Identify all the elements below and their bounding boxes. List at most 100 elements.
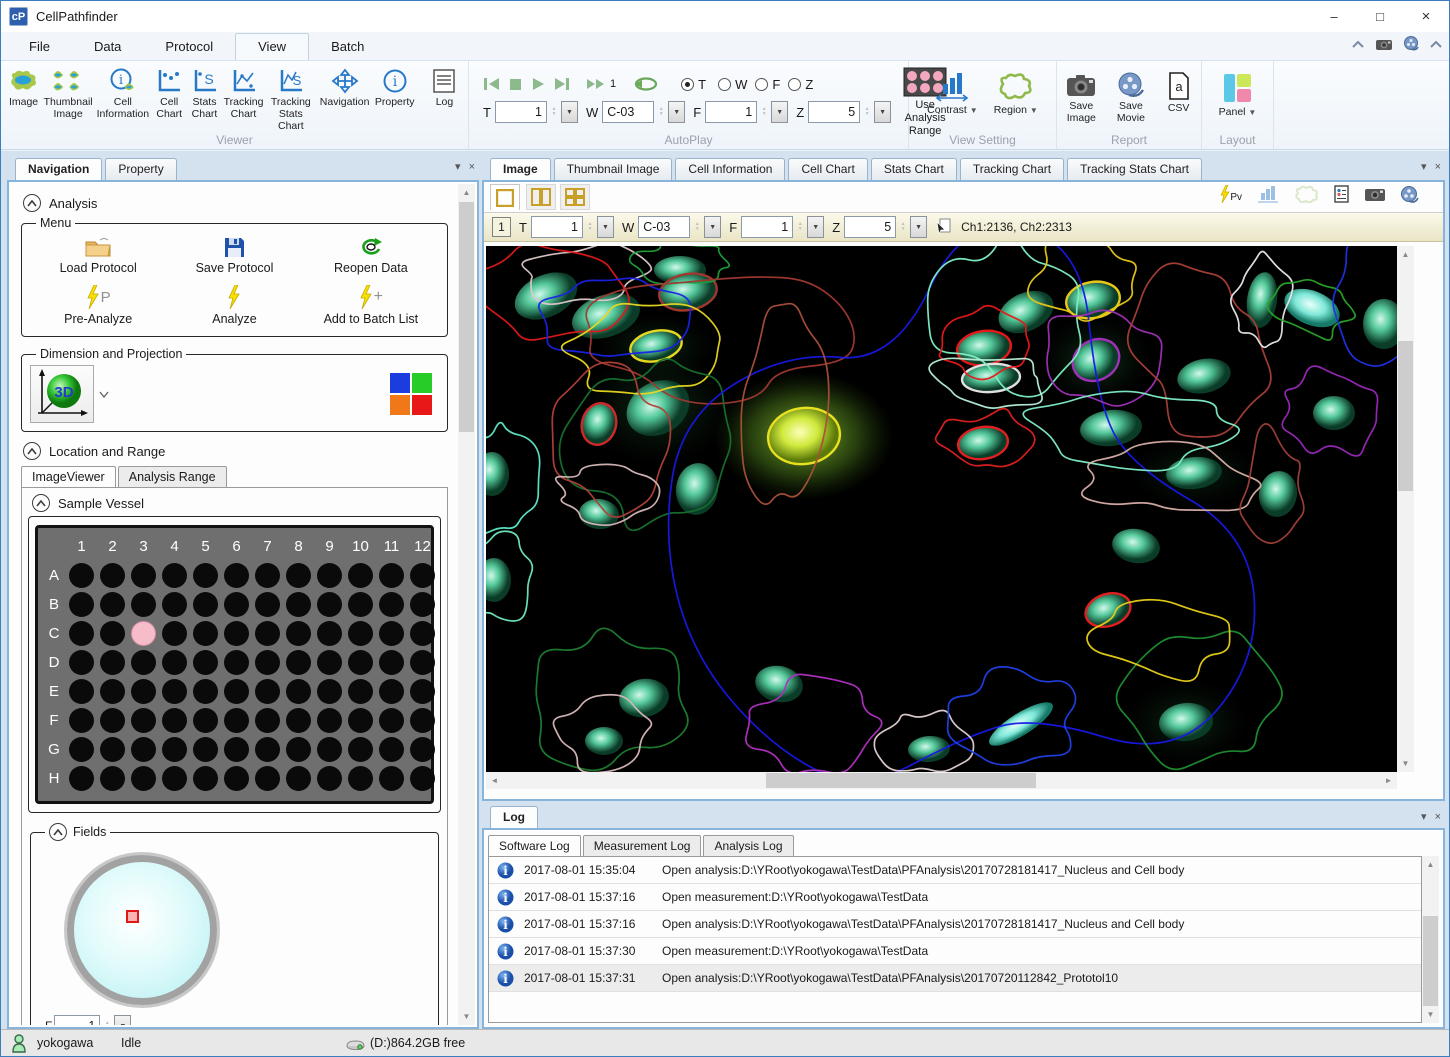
well-F3[interactable] [131, 708, 156, 733]
tab-cell-information[interactable]: Cell Information [675, 158, 785, 180]
w-dropdown[interactable]: ▼ [668, 101, 685, 123]
well-C9[interactable] [317, 621, 342, 646]
well-D7[interactable] [255, 650, 280, 675]
well-B4[interactable] [162, 592, 187, 617]
viewer-cell-information-button[interactable]: i Cell Information [94, 65, 152, 123]
viewer-tracking-chart-button[interactable]: Tracking Chart [222, 65, 265, 123]
well-H11[interactable] [379, 766, 404, 791]
well-A7[interactable] [255, 563, 280, 588]
image-t-input[interactable]: 1 [531, 216, 583, 238]
panel-menu-icon[interactable]: ▾ [1421, 810, 1427, 823]
well-E5[interactable] [193, 679, 218, 704]
region-button[interactable]: Region ▼ [993, 69, 1039, 119]
save-movie-button[interactable]: Save Movie [1110, 69, 1153, 127]
well-C1[interactable] [69, 621, 94, 646]
viewer-thumbnail-image-button[interactable]: Thumbnail Image [42, 65, 94, 123]
well-G2[interactable] [100, 737, 125, 762]
image-horizontal-scrollbar[interactable]: ◄ ► [486, 772, 1397, 789]
radio-z[interactable] [788, 78, 801, 91]
well-G8[interactable] [286, 737, 311, 762]
dimension-mode-button[interactable]: 3D [30, 365, 94, 423]
well-G12[interactable] [410, 737, 435, 762]
image-t-dropdown[interactable]: ▼ [597, 216, 614, 238]
movie-reel-icon[interactable] [1403, 36, 1419, 51]
log-scrollbar[interactable]: ▲ ▼ [1422, 856, 1439, 1023]
well-E12[interactable] [410, 679, 435, 704]
t-input[interactable]: 1 [495, 101, 547, 123]
well-G4[interactable] [162, 737, 187, 762]
log-panel-tab[interactable]: Log [490, 806, 538, 828]
location-range-section-header[interactable]: Location and Range [23, 442, 450, 460]
tab-property[interactable]: Property [105, 158, 176, 180]
menu-protocol[interactable]: Protocol [143, 34, 235, 60]
tab-cell-chart[interactable]: Cell Chart [788, 158, 867, 180]
tab-imageviewer[interactable]: ImageViewer [21, 466, 116, 487]
well-C12[interactable] [410, 621, 435, 646]
panel-close-icon[interactable]: × [469, 161, 475, 173]
well-F9[interactable] [317, 708, 342, 733]
pv-toggle-button[interactable]: Pv [1220, 185, 1242, 203]
minimize-button[interactable]: – [1311, 1, 1357, 32]
viewer-stats-chart-button[interactable]: S Stats Chart [187, 65, 222, 123]
channel-colors-icon[interactable] [389, 372, 433, 416]
well-D10[interactable] [348, 650, 373, 675]
well-B5[interactable] [193, 592, 218, 617]
well-A6[interactable] [224, 563, 249, 588]
pre-analyze-button[interactable]: P Pre-Analyze [30, 283, 166, 328]
collapse-ribbon-icon[interactable] [1429, 39, 1443, 49]
tab-software-log[interactable]: Software Log [488, 835, 581, 856]
well-B10[interactable] [348, 592, 373, 617]
well-F10[interactable] [348, 708, 373, 733]
t-spinner[interactable]: ▲▼ [549, 101, 559, 123]
well-G9[interactable] [317, 737, 342, 762]
well-G10[interactable] [348, 737, 373, 762]
well-A3[interactable] [131, 563, 156, 588]
well-B12[interactable] [410, 592, 435, 617]
well-G3[interactable] [131, 737, 156, 762]
well-G5[interactable] [193, 737, 218, 762]
well-F12[interactable] [410, 708, 435, 733]
image-f-dropdown[interactable]: ▼ [807, 216, 824, 238]
well-A12[interactable] [410, 563, 435, 588]
fields-f-spinner[interactable]: ▲▼ [102, 1015, 112, 1025]
well-A9[interactable] [317, 563, 342, 588]
well-D1[interactable] [69, 650, 94, 675]
well-C10[interactable] [348, 621, 373, 646]
log-row[interactable]: i2017-08-01 15:37:31Open analysis:D:\YRo… [489, 965, 1421, 992]
well-C4[interactable] [162, 621, 187, 646]
image-vertical-scrollbar[interactable]: ▲ ▼ [1397, 246, 1414, 772]
analysis-section-header[interactable]: Analysis [23, 194, 450, 212]
well-E6[interactable] [224, 679, 249, 704]
tab-tracking-stats-chart[interactable]: Tracking Stats Chart [1067, 158, 1202, 180]
image-w-dropdown[interactable]: ▼ [704, 216, 721, 238]
field-well-view[interactable] [67, 855, 217, 1005]
well-E10[interactable] [348, 679, 373, 704]
well-C5[interactable] [193, 621, 218, 646]
well-C8[interactable] [286, 621, 311, 646]
t-dropdown[interactable]: ▼ [561, 101, 578, 123]
collapse-fields-icon[interactable] [49, 823, 67, 841]
radio-w[interactable] [718, 78, 731, 91]
well-H3[interactable] [131, 766, 156, 791]
well-A4[interactable] [162, 563, 187, 588]
load-protocol-button[interactable]: Load Protocol [30, 234, 166, 277]
f-input[interactable]: 1 [705, 101, 757, 123]
region-icon[interactable] [1294, 185, 1320, 203]
tab-tracking-chart[interactable]: Tracking Chart [960, 158, 1064, 180]
radio-f[interactable] [755, 78, 768, 91]
two-pane-view-button[interactable] [526, 184, 556, 210]
panel-close-icon[interactable]: × [1435, 161, 1441, 173]
z-spinner[interactable]: ▲▼ [862, 101, 872, 123]
z-dropdown[interactable]: ▼ [874, 101, 891, 123]
report-icon[interactable] [1334, 185, 1350, 203]
reopen-data-button[interactable]: Reopen Data [303, 234, 439, 277]
well-E8[interactable] [286, 679, 311, 704]
w-spinner[interactable]: ▲▼ [656, 101, 666, 123]
well-E7[interactable] [255, 679, 280, 704]
tab-analysis-range[interactable]: Analysis Range [118, 466, 227, 487]
skip-start-button[interactable] [483, 77, 500, 91]
well-H7[interactable] [255, 766, 280, 791]
tab-navigation[interactable]: Navigation [15, 158, 102, 180]
well-C7[interactable] [255, 621, 280, 646]
well-D5[interactable] [193, 650, 218, 675]
